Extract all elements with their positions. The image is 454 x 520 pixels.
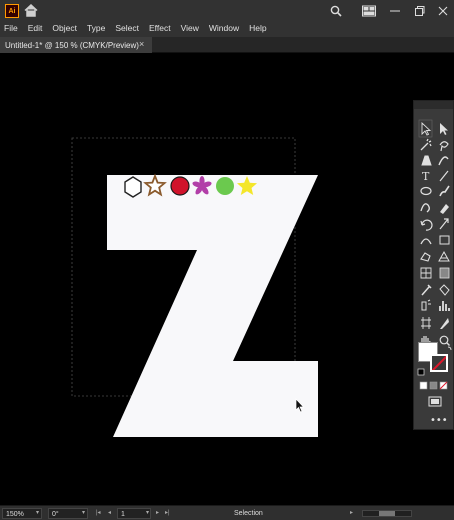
rotation-value: 0° bbox=[52, 511, 59, 518]
red-circle-shape[interactable] bbox=[170, 176, 190, 196]
illustrator-logo: Ai bbox=[5, 4, 19, 18]
slice-tool-icon[interactable] bbox=[440, 318, 449, 329]
previous-artboard-icon[interactable]: ◂ bbox=[108, 508, 111, 519]
gradient-mode-button[interactable] bbox=[429, 381, 438, 390]
current-tool-label: Selection bbox=[234, 508, 263, 519]
status-menu-icon[interactable]: ▸ bbox=[350, 508, 353, 519]
tools-panel: T ••• bbox=[413, 100, 454, 430]
horizontal-scrollbar[interactable] bbox=[362, 510, 412, 517]
menu-view[interactable]: View bbox=[181, 22, 199, 34]
lasso-tool-icon[interactable] bbox=[439, 141, 449, 152]
menu-bar: Ai File Edit Object Type Select Effect V… bbox=[0, 0, 454, 37]
home-icon[interactable] bbox=[24, 4, 38, 17]
logo-text: Ai bbox=[8, 7, 16, 15]
eraser-tool-icon[interactable] bbox=[440, 204, 449, 214]
selection-tool-icon[interactable] bbox=[421, 121, 432, 136]
menu-type[interactable]: Type bbox=[87, 22, 105, 34]
menu-file[interactable]: File bbox=[4, 22, 18, 34]
document-tab-bar: Untitled-1* @ 150 % (CMYK/Preview) × bbox=[0, 37, 454, 53]
workspace-switcher-icon[interactable] bbox=[362, 5, 376, 17]
hexagon-shape[interactable] bbox=[124, 176, 142, 198]
curvature-tool-icon[interactable] bbox=[438, 156, 449, 166]
minimize-icon[interactable] bbox=[389, 5, 401, 17]
status-bar: 150% ▾ 0° ▾ |◂ ◂ 1 ▾ ▸ ▸| Selection ▸ bbox=[0, 505, 454, 520]
menu-object[interactable]: Object bbox=[52, 22, 77, 34]
rotate-tool-icon[interactable] bbox=[420, 219, 433, 231]
scrollbar-thumb[interactable] bbox=[379, 511, 395, 516]
tools-icons: T ••• bbox=[417, 119, 452, 426]
direct-selection-tool-icon[interactable] bbox=[440, 123, 448, 135]
artboard-dropdown-icon[interactable]: ▾ bbox=[146, 508, 149, 519]
zoom-level-value: 150% bbox=[6, 511, 24, 518]
ellipse-tool-icon[interactable] bbox=[420, 186, 432, 196]
last-artboard-icon[interactable]: ▸| bbox=[165, 508, 170, 519]
default-colors-icon[interactable] bbox=[417, 368, 425, 376]
maximize-icon[interactable] bbox=[413, 5, 425, 17]
next-artboard-icon[interactable]: ▸ bbox=[156, 508, 159, 519]
close-window-icon[interactable] bbox=[437, 5, 449, 17]
green-circle-shape[interactable] bbox=[216, 177, 234, 195]
menu-help[interactable]: Help bbox=[249, 22, 266, 34]
width-tool-icon[interactable] bbox=[420, 238, 432, 245]
shape-builder-tool-icon[interactable] bbox=[420, 252, 431, 262]
mesh-tool-icon[interactable] bbox=[420, 267, 432, 279]
rotation-dropdown-icon[interactable]: ▾ bbox=[82, 508, 85, 519]
gradient-tool-icon[interactable] bbox=[439, 267, 450, 279]
color-mode-button[interactable] bbox=[419, 381, 428, 390]
document-tab-label: Untitled-1* @ 150 % (CMYK/Preview) bbox=[5, 40, 139, 50]
more-tools-icon[interactable]: ••• bbox=[430, 415, 448, 426]
perspective-grid-tool-icon[interactable] bbox=[438, 250, 450, 262]
artboard-svg bbox=[71, 137, 318, 437]
first-artboard-icon[interactable]: |◂ bbox=[96, 508, 101, 519]
swap-fill-stroke-icon[interactable] bbox=[447, 346, 452, 351]
z-letter-shape[interactable] bbox=[107, 175, 318, 437]
free-transform-tool-icon[interactable] bbox=[439, 235, 450, 245]
artboard-tool-icon[interactable] bbox=[421, 317, 431, 329]
symbol-sprayer-tool-icon[interactable] bbox=[421, 299, 431, 311]
menu-window[interactable]: Window bbox=[209, 22, 239, 34]
menu-effect[interactable]: Effect bbox=[149, 22, 171, 34]
magic-wand-tool-icon[interactable] bbox=[420, 138, 432, 151]
current-tool-value: Selection bbox=[234, 510, 263, 517]
stroke-swatch[interactable] bbox=[430, 354, 448, 372]
zoom-tool-icon[interactable] bbox=[439, 335, 449, 345]
search-icon[interactable] bbox=[330, 5, 342, 17]
eyedropper-tool-icon[interactable] bbox=[421, 284, 432, 296]
type-tool-icon[interactable]: T bbox=[422, 170, 430, 183]
menu-select[interactable]: Select bbox=[115, 22, 139, 34]
scale-tool-icon[interactable] bbox=[439, 218, 449, 230]
blend-tool-icon[interactable] bbox=[439, 284, 450, 296]
document-tab[interactable]: Untitled-1* @ 150 % (CMYK/Preview) × bbox=[0, 37, 152, 53]
paintbrush-tool-icon[interactable] bbox=[439, 185, 450, 197]
shaper-tool-icon[interactable] bbox=[420, 203, 430, 213]
close-tab-icon[interactable]: × bbox=[139, 39, 144, 49]
canvas[interactable] bbox=[0, 53, 454, 505]
pen-tool-icon[interactable] bbox=[421, 155, 432, 166]
zoom-dropdown-icon[interactable]: ▾ bbox=[36, 508, 39, 519]
main-menu: File Edit Object Type Select Effect View… bbox=[4, 22, 277, 34]
column-graph-tool-icon[interactable] bbox=[439, 301, 450, 311]
menu-edit[interactable]: Edit bbox=[28, 22, 43, 34]
line-tool-icon[interactable] bbox=[439, 170, 449, 182]
artboard-number-value: 1 bbox=[121, 511, 125, 518]
